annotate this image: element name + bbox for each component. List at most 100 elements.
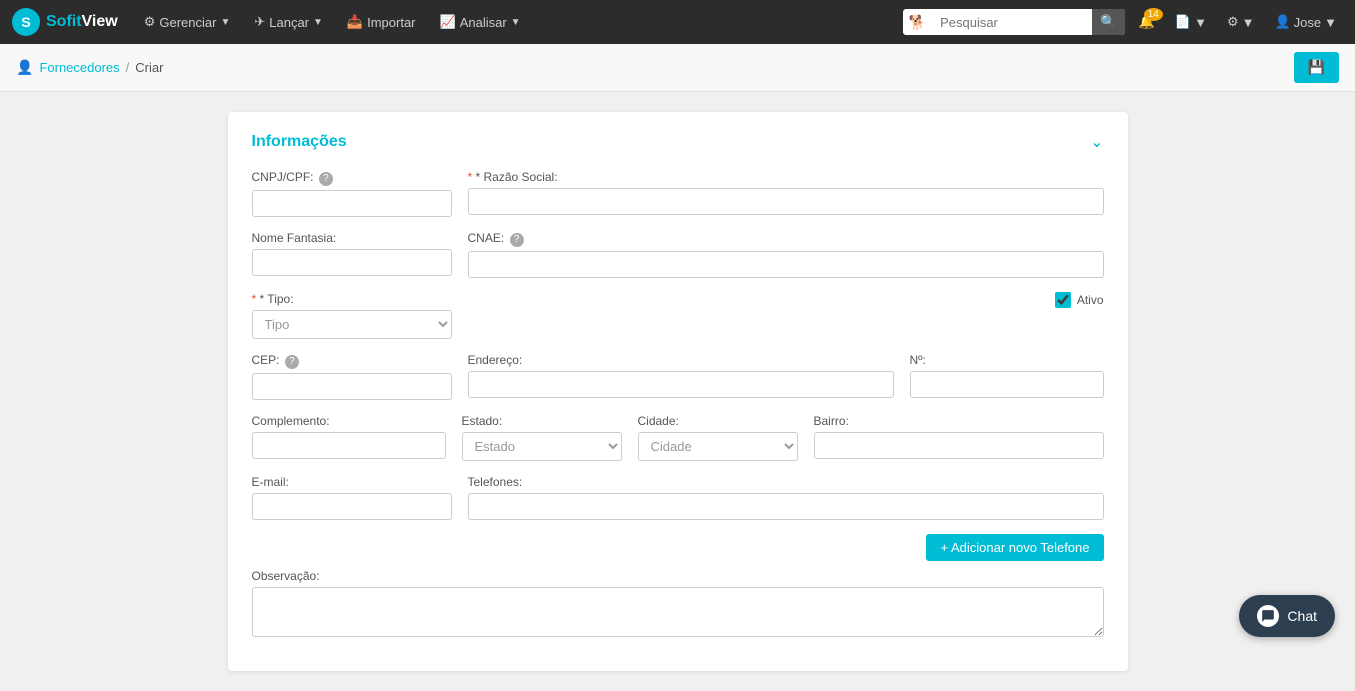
form-row-3: * * Tipo: Tipo Ativo	[252, 292, 1104, 339]
docs-menu[interactable]: 📄 ▼	[1169, 10, 1213, 34]
chevron-down-icon: ▼	[1194, 15, 1207, 30]
estado-label: Estado:	[462, 414, 622, 428]
estado-select[interactable]: Estado	[462, 432, 622, 461]
save-top-button[interactable]: 💾	[1294, 52, 1339, 83]
search-input[interactable]	[932, 11, 1092, 34]
cnpj-group: CNPJ/CPF: ?	[252, 170, 452, 217]
search-box: 🐕 🔍	[903, 9, 1125, 35]
cep-input[interactable]	[252, 373, 452, 400]
ativo-checkbox[interactable]	[1055, 292, 1071, 308]
nav-items: ⚙ Gerenciar ▼ ✈ Lançar ▼ 📥 Importar 📈 An…	[134, 8, 903, 36]
card-header: Informações ⌄	[252, 132, 1104, 152]
chat-icon	[1261, 609, 1275, 623]
cnpj-help-icon[interactable]: ?	[319, 172, 333, 186]
endereco-input[interactable]	[468, 371, 894, 398]
user-label: Jose	[1294, 15, 1321, 30]
chat-button[interactable]: Chat	[1239, 595, 1335, 637]
cidade-group: Cidade: Cidade	[638, 414, 798, 461]
chevron-down-icon: ▼	[511, 17, 521, 28]
chevron-down-icon: ▼	[220, 17, 230, 28]
email-group: E-mail:	[252, 475, 452, 520]
cnae-input[interactable]	[468, 251, 1104, 278]
settings-menu[interactable]: ⚙ ▼	[1221, 10, 1261, 34]
bairro-group: Bairro:	[814, 414, 1104, 461]
cidade-select[interactable]: Cidade	[638, 432, 798, 461]
numero-group: Nº:	[910, 353, 1104, 400]
nav-analisar-label: Analisar	[460, 15, 507, 30]
ativo-label: Ativo	[1077, 293, 1104, 307]
form-row-1: CNPJ/CPF: ? * * Razão Social:	[252, 170, 1104, 217]
telefones-group: Telefones:	[468, 475, 1104, 520]
cep-group: CEP: ?	[252, 353, 452, 400]
bairro-label: Bairro:	[814, 414, 1104, 428]
breadcrumb: 👤 Fornecedores / Criar	[16, 59, 163, 76]
breadcrumb-separator: /	[126, 60, 130, 75]
user-menu[interactable]: 👤 Jose ▼	[1268, 10, 1343, 34]
tipo-select[interactable]: Tipo	[252, 310, 452, 339]
observacao-input[interactable]	[252, 587, 1104, 637]
notification-bell[interactable]: 🔔 14	[1133, 10, 1161, 34]
search-dog-icon: 🐕	[903, 10, 932, 35]
nome-fantasia-input[interactable]	[252, 249, 452, 276]
complemento-label: Complemento:	[252, 414, 446, 428]
brand-logo[interactable]: S Sofit View	[12, 8, 118, 36]
brand-sofit: Sofit	[46, 13, 82, 31]
send-icon: ✈	[254, 14, 265, 30]
nome-fantasia-label: Nome Fantasia:	[252, 231, 452, 245]
nav-importar[interactable]: 📥 Importar	[337, 8, 426, 36]
razao-group: * * Razão Social:	[468, 170, 1104, 217]
razao-input[interactable]	[468, 188, 1104, 215]
numero-label: Nº:	[910, 353, 1104, 367]
email-input[interactable]	[252, 493, 452, 520]
nav-analisar[interactable]: 📈 Analisar ▼	[430, 8, 531, 36]
complemento-input[interactable]	[252, 432, 446, 459]
nav-lancar[interactable]: ✈ Lançar ▼	[244, 8, 333, 36]
add-phone-label: + Adicionar novo Telefone	[940, 540, 1089, 555]
gear-icon: ⚙	[144, 14, 156, 30]
razao-label: * * Razão Social:	[468, 170, 1104, 184]
search-button[interactable]: 🔍	[1092, 9, 1125, 35]
chat-bubble-icon	[1257, 605, 1279, 627]
form-row-7: Observação:	[252, 569, 1104, 637]
nav-gerenciar[interactable]: ⚙ Gerenciar ▼	[134, 8, 241, 36]
endereco-label: Endereço:	[468, 353, 894, 367]
observacao-group: Observação:	[252, 569, 1104, 637]
logo-icon: S	[12, 8, 40, 36]
collapse-icon[interactable]: ⌄	[1090, 132, 1103, 152]
add-phone-button[interactable]: + Adicionar novo Telefone	[926, 534, 1103, 561]
breadcrumb-bar: 👤 Fornecedores / Criar 💾	[0, 44, 1355, 92]
section-title: Informações	[252, 133, 347, 151]
chart-icon: 📈	[440, 14, 456, 30]
nav-lancar-label: Lançar	[269, 15, 309, 30]
telefone-input[interactable]	[468, 493, 1104, 520]
save-icon: 💾	[1308, 59, 1325, 75]
complemento-group: Complemento:	[252, 414, 446, 461]
ativo-group: Ativo	[468, 292, 1104, 339]
phone-row: + Adicionar novo Telefone	[252, 534, 1104, 561]
form-row-5: Complemento: Estado: Estado Cidade: Cida…	[252, 414, 1104, 461]
ativo-check: Ativo	[1055, 292, 1104, 308]
tipo-label: * * Tipo:	[252, 292, 452, 306]
telefones-label: Telefones:	[468, 475, 1104, 489]
cnpj-label: CNPJ/CPF: ?	[252, 170, 452, 186]
nav-importar-label: Importar	[367, 15, 415, 30]
cnae-help-icon[interactable]: ?	[510, 233, 524, 247]
cnae-group: CNAE: ?	[468, 231, 1104, 278]
tipo-group: * * Tipo: Tipo	[252, 292, 452, 339]
navbar: S Sofit View ⚙ Gerenciar ▼ ✈ Lançar ▼ 📥 …	[0, 0, 1355, 44]
page-content: Informações ⌄ CNPJ/CPF: ? * * Razão Soci…	[0, 92, 1355, 691]
nome-fantasia-group: Nome Fantasia:	[252, 231, 452, 278]
breadcrumb-parent-link[interactable]: Fornecedores	[39, 60, 119, 75]
form-row-6: E-mail: Telefones:	[252, 475, 1104, 520]
chevron-down-icon: ▼	[1324, 15, 1337, 30]
chevron-down-icon: ▼	[313, 17, 323, 28]
form-card: Informações ⌄ CNPJ/CPF: ? * * Razão Soci…	[228, 112, 1128, 671]
import-icon: 📥	[347, 14, 363, 30]
numero-input[interactable]	[910, 371, 1104, 398]
cep-help-icon[interactable]: ?	[285, 355, 299, 369]
user-icon: 👤	[1274, 14, 1290, 30]
cnpj-input[interactable]	[252, 190, 452, 217]
settings-icon: ⚙	[1227, 14, 1239, 30]
email-label: E-mail:	[252, 475, 452, 489]
bairro-input[interactable]	[814, 432, 1104, 459]
